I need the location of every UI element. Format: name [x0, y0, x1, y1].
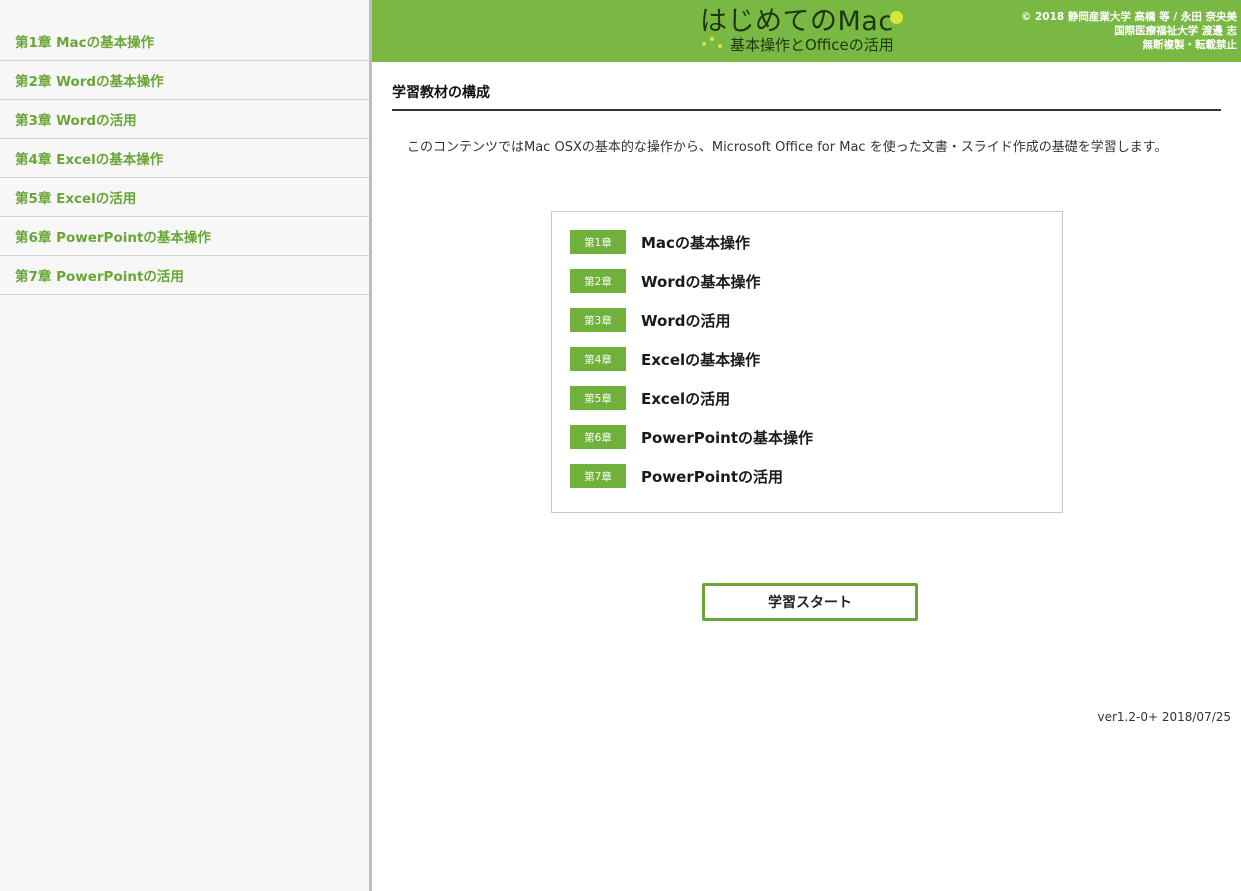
logo-sparkle-icon: [702, 42, 706, 46]
sidebar-item-chapter-4[interactable]: 第4章 Excelの基本操作: [0, 139, 369, 178]
chapter-title: Wordの活用: [641, 311, 731, 330]
sidebar-chapter-list: 第1章 Macの基本操作 第2章 Wordの基本操作 第3章 Wordの活用 第…: [0, 22, 369, 295]
header-bar: はじめてのMac 基本操作とOfficeの活用 © 2018 静岡産業大学 高橋…: [372, 0, 1241, 62]
chapter-title: Excelの基本操作: [641, 350, 761, 369]
chapter-badge: 第3章: [570, 308, 626, 332]
chapter-badge: 第1章: [570, 230, 626, 254]
logo-title: はじめてのMac: [700, 6, 894, 37]
copyright-line: 国際医療福祉大学 渡邊 志: [1114, 25, 1237, 37]
chapter-row-7[interactable]: 第7章 PowerPointの活用: [570, 463, 783, 489]
start-learning-button[interactable]: 学習スタート: [702, 583, 918, 621]
section-title: 学習教材の構成: [392, 82, 1221, 111]
chapter-row-2[interactable]: 第2章 Wordの基本操作: [570, 268, 760, 294]
chapter-badge: 第5章: [570, 386, 626, 410]
sidebar-item-chapter-7[interactable]: 第7章 PowerPointの活用: [0, 256, 369, 295]
logo-subtitle: 基本操作とOfficeの活用: [730, 36, 894, 54]
copyright-line: © 2018 静岡産業大学 高橋 等 / 永田 奈央美: [1020, 11, 1237, 23]
chapter-title: Macの基本操作: [641, 233, 750, 252]
chapter-row-4[interactable]: 第4章 Excelの基本操作: [570, 346, 760, 372]
logo: はじめてのMac 基本操作とOfficeの活用: [700, 6, 920, 56]
copyright-line: 無断複製・転載禁止: [1142, 39, 1238, 51]
copyright-notice: © 2018 静岡産業大学 高橋 等 / 永田 奈央美 国際医療福祉大学 渡邊 …: [1021, 10, 1237, 52]
logo-sparkle-icon: [718, 44, 722, 48]
chapter-title: Wordの基本操作: [641, 272, 761, 291]
chapter-row-5[interactable]: 第5章 Excelの活用: [570, 385, 730, 411]
sidebar: 第1章 Macの基本操作 第2章 Wordの基本操作 第3章 Wordの活用 第…: [0, 0, 372, 891]
description-text: このコンテンツではMac OSXの基本的な操作から、Microsoft Offi…: [407, 140, 1168, 155]
main-content: 学習教材の構成 このコンテンツではMac OSXの基本的な操作から、Micros…: [372, 62, 1241, 891]
sidebar-item-chapter-1[interactable]: 第1章 Macの基本操作: [0, 22, 369, 61]
version-label: ver1.2-0+ 2018/07/25: [1097, 710, 1232, 724]
chapter-title: Excelの活用: [641, 389, 731, 408]
chapter-row-6[interactable]: 第6章 PowerPointの基本操作: [570, 424, 813, 450]
chapter-title: PowerPointの活用: [641, 467, 784, 486]
sidebar-item-chapter-3[interactable]: 第3章 Wordの活用: [0, 100, 369, 139]
chapter-row-1[interactable]: 第1章 Macの基本操作: [570, 229, 750, 255]
sidebar-item-chapter-2[interactable]: 第2章 Wordの基本操作: [0, 61, 369, 100]
chapter-badge: 第7章: [570, 464, 626, 488]
logo-sparkle-icon: [710, 37, 714, 41]
sidebar-item-chapter-5[interactable]: 第5章 Excelの活用: [0, 178, 369, 217]
chapter-badge: 第6章: [570, 425, 626, 449]
chapter-title: PowerPointの基本操作: [641, 428, 814, 447]
chapter-list-box: 第1章 Macの基本操作 第2章 Wordの基本操作 第3章 Wordの活用 第…: [551, 211, 1063, 513]
logo-dot-icon: [890, 11, 903, 24]
sidebar-item-chapter-6[interactable]: 第6章 PowerPointの基本操作: [0, 217, 369, 256]
chapter-badge: 第2章: [570, 269, 626, 293]
chapter-row-3[interactable]: 第3章 Wordの活用: [570, 307, 730, 333]
chapter-badge: 第4章: [570, 347, 626, 371]
